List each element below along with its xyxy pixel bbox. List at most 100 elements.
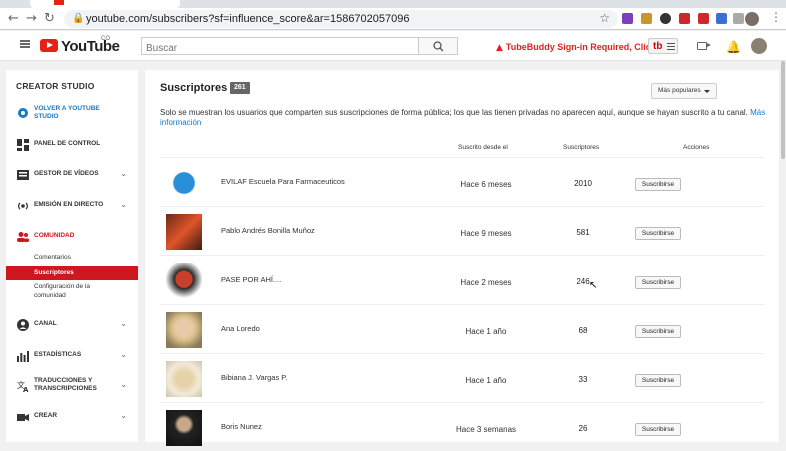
sidebar-item-dashboard[interactable]: PANEL DE CONTROL <box>6 136 138 156</box>
sidebar-item-create[interactable]: CREAR ⌄ <box>6 408 138 428</box>
subscriber-count: 246 <box>576 277 590 286</box>
table-row: Pablo Andrés Bonilla Muñoz Hace 9 meses … <box>160 206 764 255</box>
creator-studio-sidebar: CREATOR STUDIO VOLVER A YOUTUBE STUDIO P… <box>6 70 138 442</box>
extension-red-icon[interactable] <box>679 13 690 24</box>
subscriber-name[interactable]: Pablo Andrés Bonilla Muñoz <box>221 226 315 235</box>
sidebar-item-live-streaming[interactable]: EMISIÓN EN DIRECTO ⌄ <box>6 197 138 217</box>
sidebar-title: CREATOR STUDIO <box>16 81 95 91</box>
page-scrollbar[interactable] <box>780 61 786 442</box>
youtube-wordmark[interactable]: YouTube <box>61 38 120 55</box>
subscribed-since: Hace 1 año <box>465 376 507 385</box>
subscribed-since: Hace 1 año <box>465 327 507 336</box>
sidebar-subitem-community-settings[interactable]: Configuración de la comunidad <box>6 282 106 300</box>
sort-dropdown[interactable]: Más populares <box>651 83 717 99</box>
privacy-note-text: Solo se muestran los usuarios que compar… <box>160 108 748 117</box>
subscriber-name[interactable]: EVILAF Escuela Para Farmaceuticos <box>221 177 345 186</box>
sidebar-item-label: VOLVER A YOUTUBE STUDIO <box>34 105 100 120</box>
page-title: Suscriptores <box>160 82 228 94</box>
browser-menu-icon[interactable]: ⋮ <box>770 10 782 24</box>
youtube-logo-icon[interactable] <box>40 39 58 52</box>
browser-profile-avatar[interactable] <box>745 12 759 26</box>
sidebar-item-label: TRADUCCIONES Y TRANSCRIPCIONES <box>34 377 97 392</box>
menu-lines-icon <box>667 43 675 50</box>
address-bar[interactable]: 🔒 youtube.com/subscribers?sf=influence_s… <box>64 10 618 28</box>
extension-grey-icon[interactable] <box>733 13 744 24</box>
subscriber-name[interactable]: PASE POR AHÍ.... <box>221 275 281 284</box>
search-input[interactable] <box>142 40 418 57</box>
subscribers-panel: Suscriptores 261 Más populares Solo se m… <box>145 70 779 446</box>
sidebar-item-back-to-studio[interactable]: VOLVER A YOUTUBE STUDIO <box>6 104 138 124</box>
browser-tab[interactable] <box>30 0 180 8</box>
sort-dropdown-label: Más populares <box>658 87 701 94</box>
subscriber-avatar[interactable] <box>166 165 202 201</box>
search-field[interactable] <box>141 37 419 57</box>
community-icon <box>17 232 29 242</box>
sidebar-item-community[interactable]: COMUNIDAD <box>6 228 138 248</box>
address-url: youtube.com/subscribers?sf=influence_sco… <box>86 13 410 25</box>
sidebar-subitem-comments[interactable]: Comentarios <box>6 253 138 262</box>
search-button[interactable] <box>418 37 458 55</box>
warning-icon: ▲ <box>496 43 503 53</box>
tubebuddy-menu-button[interactable]: tb <box>648 38 678 54</box>
subscribe-button[interactable]: Suscribirse <box>635 325 681 338</box>
subscriber-count: 68 <box>578 326 588 335</box>
chevron-down-icon: ⌄ <box>120 319 127 328</box>
browser-toolbar: ← → ↻ 🔒 youtube.com/subscribers?sf=influ… <box>0 8 786 30</box>
tubebuddy-badge: tb <box>653 41 663 52</box>
sidebar-item-video-manager[interactable]: GESTOR DE VÍDEOS ⌄ <box>6 166 138 186</box>
sidebar-item-translations[interactable]: 文A TRADUCCIONES Y TRANSCRIPCIONES ⌄ <box>6 377 138 397</box>
extension-bull-icon[interactable] <box>641 13 652 24</box>
bookmark-star-icon[interactable]: ☆ <box>599 11 610 25</box>
sidebar-item-label: ESTADÍSTICAS <box>34 351 82 358</box>
privacy-note: Solo se muestran los usuarios que compar… <box>160 108 770 127</box>
create-camera-icon <box>17 414 29 421</box>
chevron-down-icon: ⌄ <box>120 380 127 389</box>
sidebar-item-analytics[interactable]: ESTADÍSTICAS ⌄ <box>6 347 138 367</box>
subscriber-name[interactable]: Ana Loredo <box>221 324 260 333</box>
subscriber-count-badge: 261 <box>230 82 250 94</box>
extension-tubebuddy-icon[interactable] <box>698 13 709 24</box>
table-row: EVILAF Escuela Para Farmaceuticos Hace 6… <box>160 157 764 206</box>
live-broadcast-icon <box>18 202 28 210</box>
sidebar-item-label: EMISIÓN EN DIRECTO <box>34 201 104 208</box>
extension-translate-icon[interactable] <box>716 13 727 24</box>
scrollbar-thumb[interactable] <box>781 61 785 159</box>
reload-icon[interactable]: ↻ <box>44 11 55 26</box>
subscriber-avatar[interactable] <box>166 361 202 397</box>
notifications-bell-icon[interactable]: 🔔 <box>726 40 741 54</box>
column-header-since: Suscrito desde el <box>458 144 508 151</box>
forward-icon[interactable]: → <box>26 11 37 26</box>
subscriber-avatar[interactable] <box>166 312 202 348</box>
subscriber-count: 2010 <box>574 179 592 188</box>
video-manager-icon <box>17 170 29 180</box>
subscribe-button[interactable]: Suscribirse <box>635 178 681 191</box>
account-avatar[interactable] <box>751 38 767 54</box>
subscriber-avatar[interactable] <box>166 410 202 446</box>
chevron-down-icon: ⌄ <box>120 200 127 209</box>
back-icon[interactable]: ← <box>8 11 19 26</box>
subscriber-name[interactable]: Boris Nunez <box>221 422 262 431</box>
subscribe-button[interactable]: Suscribirse <box>635 276 681 289</box>
subscribe-button[interactable]: Suscribirse <box>635 423 681 436</box>
subscriber-avatar[interactable] <box>166 214 202 250</box>
subscribed-since: Hace 9 meses <box>460 229 512 238</box>
sidebar-item-label: CREAR <box>34 412 58 419</box>
extension-pen-icon[interactable] <box>622 13 633 24</box>
subscriber-avatar[interactable] <box>166 263 202 299</box>
subscribe-button[interactable]: Suscribirse <box>635 227 681 240</box>
sidebar-subitem-subscribers[interactable]: Suscriptores <box>6 266 138 280</box>
lock-icon: 🔒 <box>72 13 85 24</box>
upload-video-icon[interactable] <box>697 42 711 50</box>
extension-download-icon[interactable] <box>660 13 671 24</box>
gear-icon <box>18 108 28 118</box>
sidebar-item-channel[interactable]: CANAL ⌄ <box>6 316 138 336</box>
subscriber-name[interactable]: Bibiana J. Vargas P. <box>221 373 287 382</box>
subscribe-button[interactable]: Suscribirse <box>635 374 681 387</box>
chevron-down-icon: ⌄ <box>120 169 127 178</box>
translate-icon: 文A <box>17 380 29 392</box>
column-header-subscribers: Suscriptores <box>563 144 600 151</box>
table-row: Ana Loredo Hace 1 año 68 Suscribirse <box>160 304 764 353</box>
chevron-down-icon: ⌄ <box>120 411 127 420</box>
subscriber-count: 26 <box>578 424 588 433</box>
hamburger-menu-icon[interactable] <box>20 40 30 48</box>
